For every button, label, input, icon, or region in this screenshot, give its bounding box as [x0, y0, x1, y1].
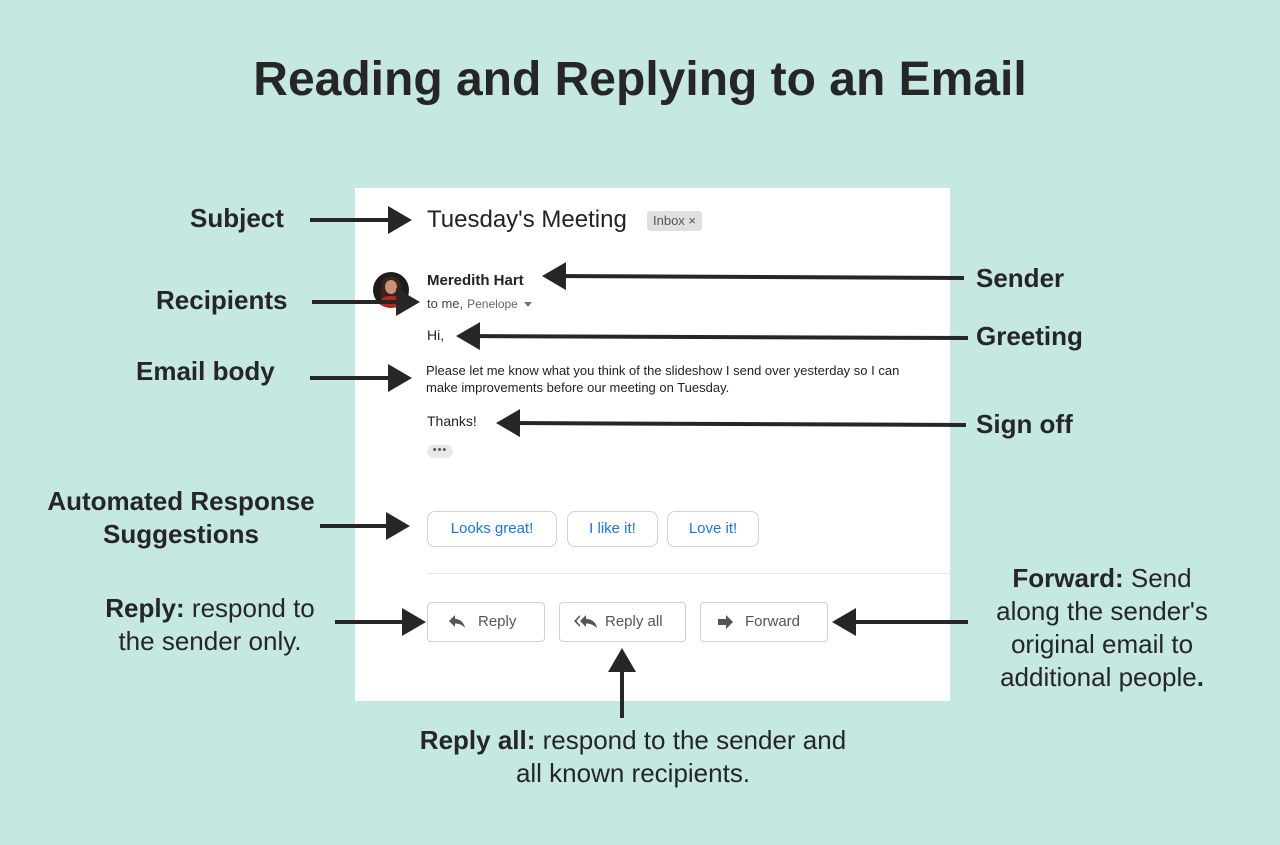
annotation-arrows [310, 206, 969, 718]
arrow-sign-off [496, 409, 967, 438]
arrow-sender [542, 262, 965, 291]
arrow-greeting [456, 322, 969, 351]
